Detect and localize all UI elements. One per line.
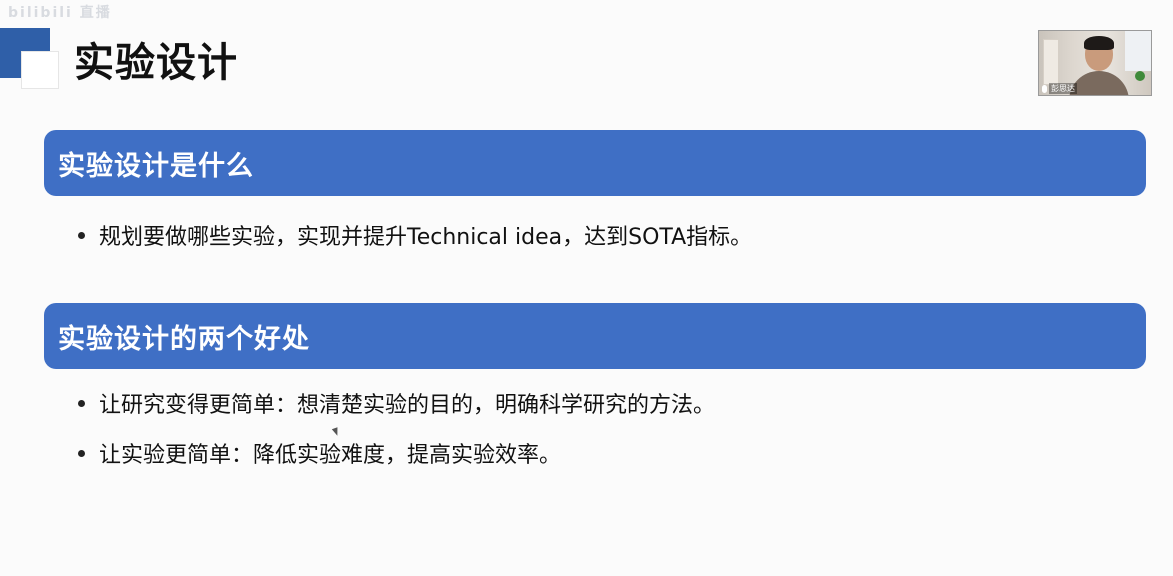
webcam-bookshelf (1043, 39, 1059, 85)
webcam-plant (1135, 71, 1145, 81)
title-decoration-light (22, 52, 58, 88)
webcam-presenter-hair (1084, 36, 1114, 50)
section-header-what-is: 实验设计是什么 (44, 130, 1146, 196)
section-heading-benefits: 实验设计的两个好处 (58, 323, 310, 355)
mouse-cursor-icon (331, 427, 341, 437)
section-header-benefits: 实验设计的两个好处 (44, 303, 1146, 369)
watermark: bilibili 直播 (8, 5, 112, 21)
webcam-name-tag: 彭思达 (1049, 83, 1077, 94)
mic-icon (1042, 85, 1047, 93)
list-item: 规划要做哪些实验，实现并提升Technical idea，达到SOTA指标。 (78, 219, 752, 251)
bullet-dot (78, 449, 85, 457)
section-heading-what-is: 实验设计是什么 (58, 150, 254, 182)
list-item: 让实验更简单：降低实验难度，提高实验效率。 (78, 437, 561, 469)
list-item: 让研究变得更简单：想清楚实验的目的，明确科学研究的方法。 (78, 387, 715, 419)
webcam-presenter-torso (1069, 71, 1129, 95)
webcam-overlay[interactable]: 彭思达 (1038, 30, 1152, 96)
page-title: 实验设计 (74, 40, 238, 86)
bullet-dot (78, 399, 85, 407)
bullet-text: 让研究变得更简单：想清楚实验的目的，明确科学研究的方法。 (99, 393, 716, 418)
bullet-text: 规划要做哪些实验，实现并提升Technical idea，达到SOTA指标。 (99, 225, 753, 250)
bullet-text: 让实验更简单：降低实验难度，提高实验效率。 (99, 443, 562, 468)
webcam-window (1125, 31, 1151, 71)
bullet-dot (78, 231, 85, 239)
